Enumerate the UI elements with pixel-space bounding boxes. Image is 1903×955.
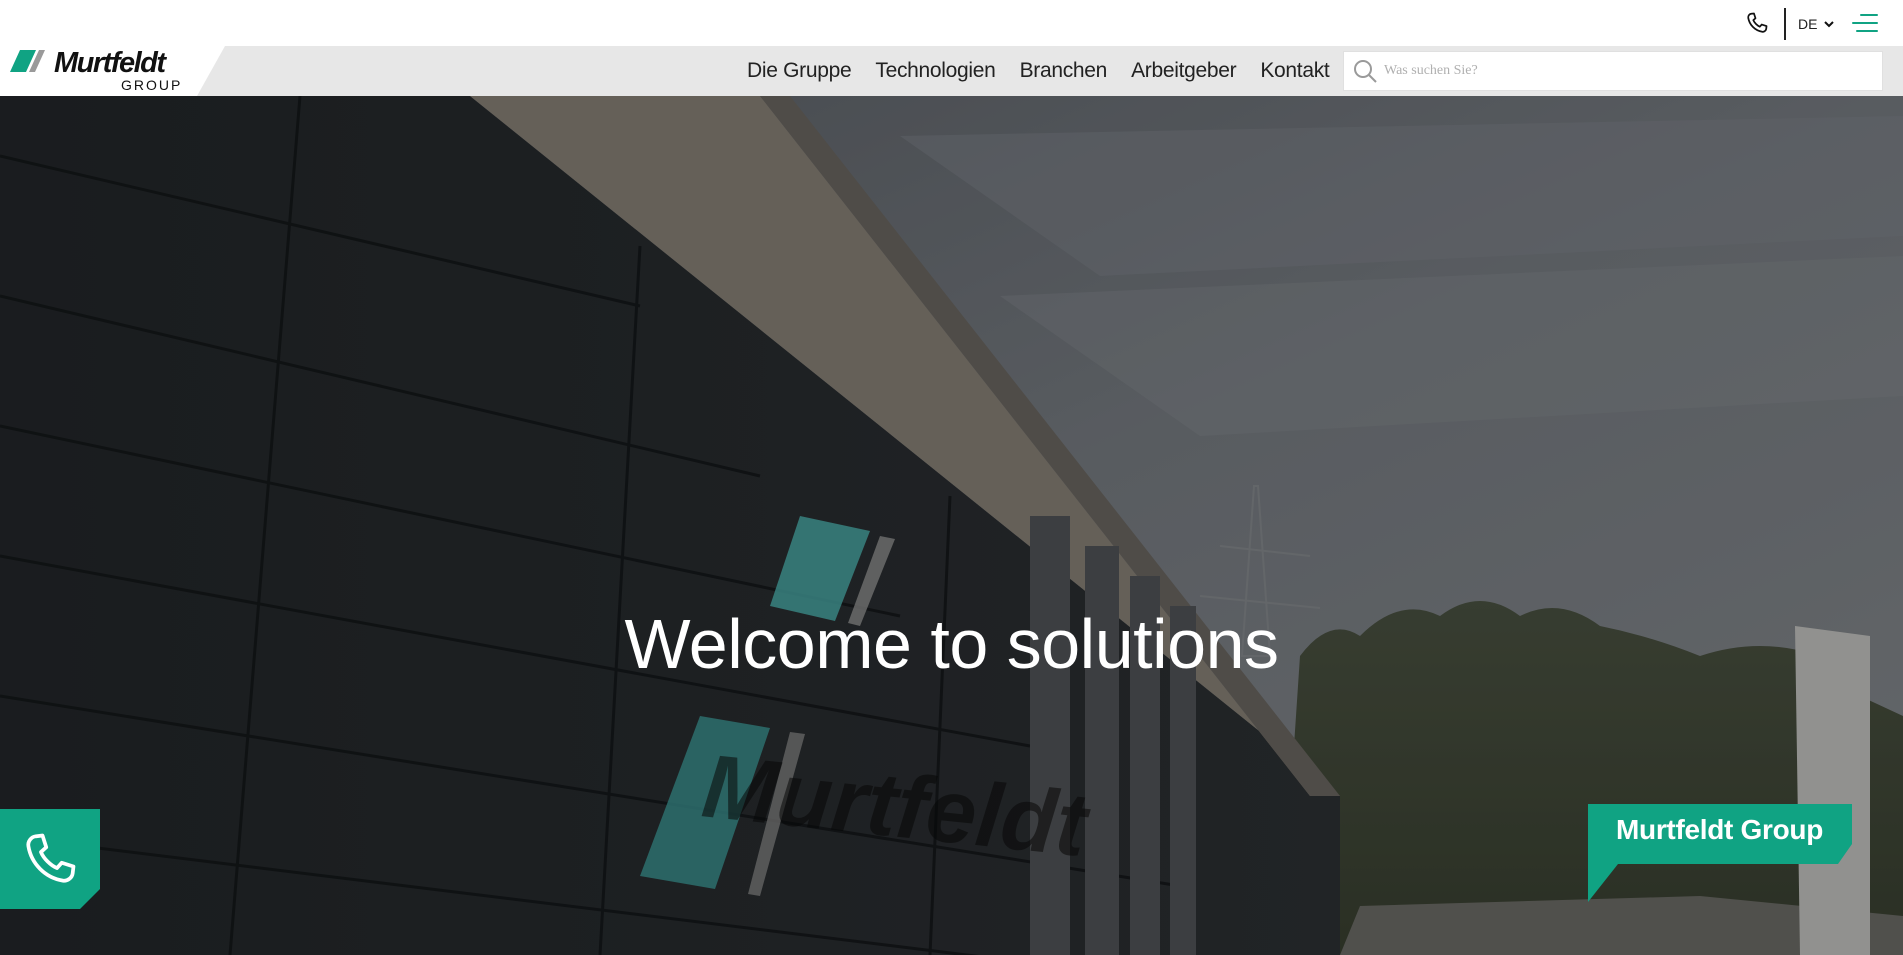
nav-item-die-gruppe[interactable]: Die Gruppe: [735, 59, 863, 83]
chevron-down-icon: [1824, 21, 1835, 28]
search-input[interactable]: [1384, 56, 1864, 86]
hero-title: Welcome to solutions: [624, 605, 1279, 683]
language-switcher[interactable]: DE: [1798, 14, 1835, 34]
utility-divider: [1784, 8, 1786, 40]
nav-item-kontakt[interactable]: Kontakt: [1248, 59, 1341, 83]
nav-item-branchen[interactable]: Branchen: [1008, 59, 1120, 83]
nav-item-technologien[interactable]: Technologien: [863, 59, 1007, 83]
phone-icon[interactable]: [1744, 10, 1770, 36]
logo-subtitle: GROUP: [121, 77, 183, 93]
utility-bar: DE: [0, 0, 1903, 46]
logo-wordmark: Murtfeldt: [54, 47, 166, 79]
logo[interactable]: Murtfeldt GROUP: [0, 46, 225, 96]
brand-tag-label: Murtfeldt Group: [1616, 814, 1824, 845]
search-box: [1343, 51, 1883, 91]
phone-icon: [26, 833, 76, 883]
logo-mark-icon: [10, 50, 45, 72]
main-navigation: Murtfeldt GROUP Die Gruppe Technologien …: [0, 46, 1903, 96]
search-icon[interactable]: [1352, 58, 1378, 84]
brand-tag-murtfeldt-group[interactable]: Murtfeldt Group: [1588, 804, 1852, 902]
hamburger-icon[interactable]: [1852, 12, 1878, 34]
nav-links: Die Gruppe Technologien Branchen Arbeitg…: [735, 46, 1341, 96]
language-label: DE: [1798, 16, 1818, 32]
nav-item-arbeitgeber[interactable]: Arbeitgeber: [1119, 59, 1248, 83]
call-button[interactable]: [0, 809, 100, 909]
